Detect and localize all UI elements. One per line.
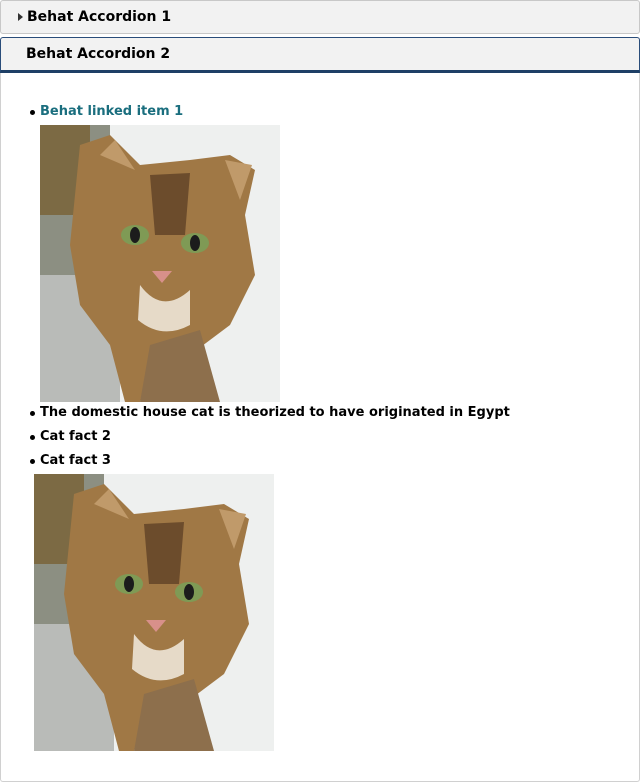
list-bullet xyxy=(30,435,35,440)
accordion-title-1: Behat Accordion 1 xyxy=(27,9,172,25)
accordion-title-2: Behat Accordion 2 xyxy=(26,46,171,62)
list-bullet xyxy=(30,411,35,416)
list-bullet xyxy=(30,110,35,115)
list-bullet xyxy=(30,459,35,464)
cat-image xyxy=(34,474,274,751)
accordion-header-1[interactable]: Behat Accordion 1 xyxy=(0,0,640,34)
list-item: The domestic house cat is theorized to h… xyxy=(40,405,510,420)
list-item: Behat linked item 1 xyxy=(40,104,183,119)
behat-linked-item-link[interactable]: Behat linked item 1 xyxy=(40,104,183,119)
cat-image xyxy=(40,125,280,402)
caret-right-icon xyxy=(18,13,23,21)
list-item: Cat fact 3 xyxy=(40,453,111,468)
list-item: Cat fact 2 xyxy=(40,429,111,444)
accordion-header-2[interactable]: Behat Accordion 2 xyxy=(0,37,640,73)
